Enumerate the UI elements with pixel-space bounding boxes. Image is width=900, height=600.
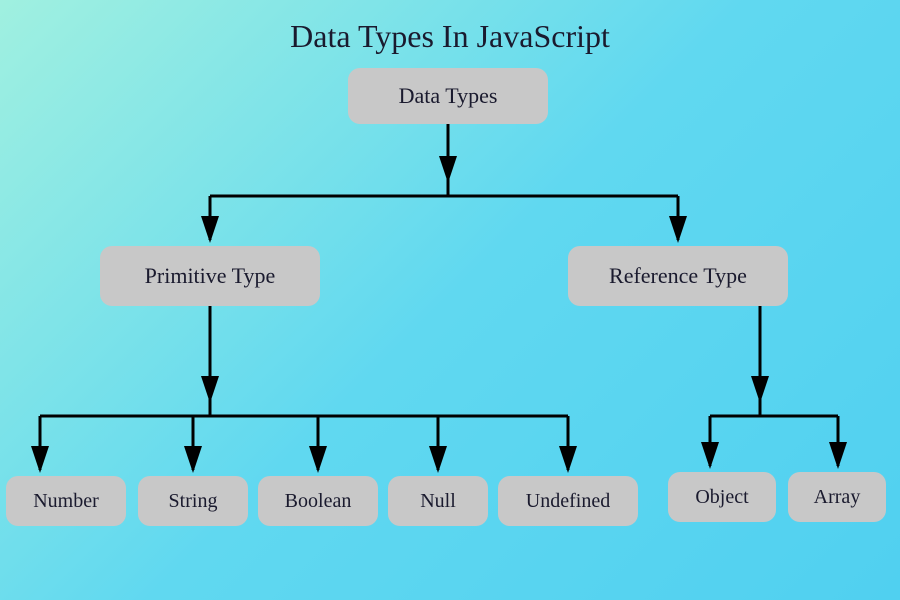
node-boolean: Boolean	[258, 476, 378, 526]
node-array: Array	[788, 472, 886, 522]
node-undefined: Undefined	[498, 476, 638, 526]
node-number: Number	[6, 476, 126, 526]
node-primitive-type: Primitive Type	[100, 246, 320, 306]
node-reference-type: Reference Type	[568, 246, 788, 306]
node-object: Object	[668, 472, 776, 522]
node-string: String	[138, 476, 248, 526]
diagram-title: Data Types In JavaScript	[0, 0, 900, 55]
node-null: Null	[388, 476, 488, 526]
node-data-types: Data Types	[348, 68, 548, 124]
